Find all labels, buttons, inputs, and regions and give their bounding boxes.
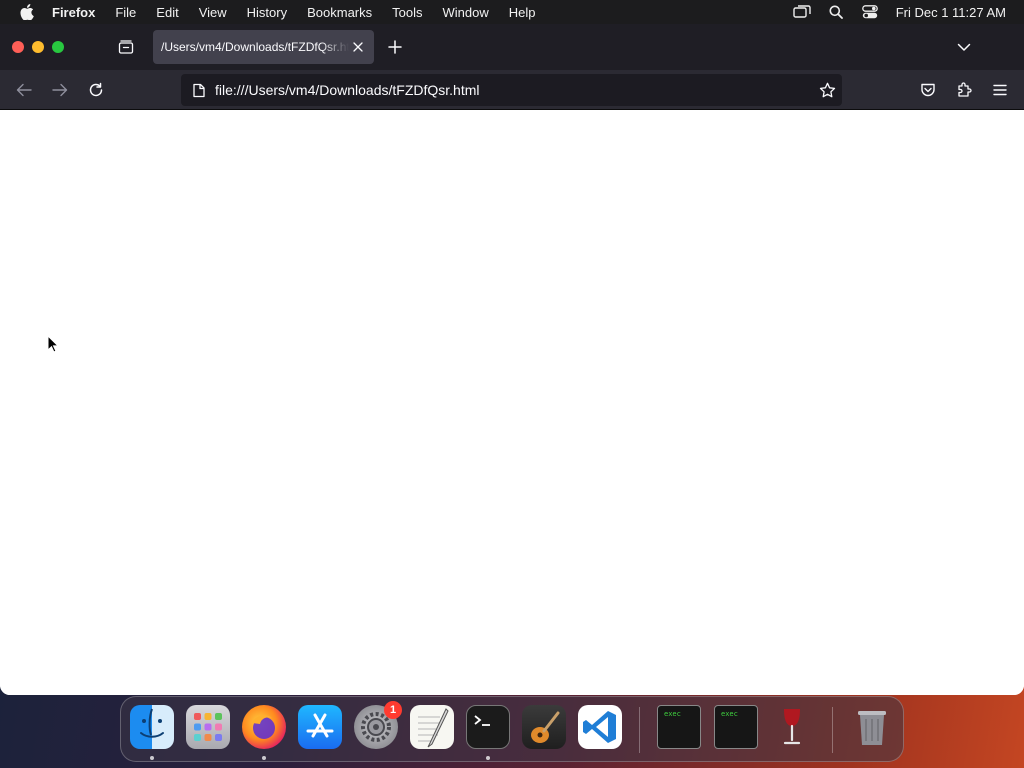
page-content[interactable] (0, 110, 1024, 695)
menu-bookmarks[interactable]: Bookmarks (307, 5, 372, 20)
menu-window[interactable]: Window (443, 5, 489, 20)
firefox-icon[interactable] (242, 705, 286, 749)
pocket-icon[interactable] (918, 80, 938, 100)
browser-tab-active[interactable]: /Users/vm4/Downloads/tFZDfQsr.html (153, 30, 374, 64)
menu-app-name[interactable]: Firefox (52, 5, 95, 20)
menu-view[interactable]: View (199, 5, 227, 20)
menu-bar: Firefox File Edit View History Bookmarks… (0, 0, 1024, 24)
tab-title: /Users/vm4/Downloads/tFZDfQsr.html (161, 40, 349, 54)
settings-notification-badge: 1 (384, 701, 402, 719)
firefox-window: /Users/vm4/Downloads/tFZDfQsr.html file:… (0, 24, 1024, 695)
mouse-cursor-icon (47, 335, 59, 353)
terminal-running-indicator (486, 756, 490, 760)
address-bar[interactable]: file:///Users/vm4/Downloads/tFZDfQsr.htm… (181, 74, 842, 106)
new-tab-plus-icon[interactable] (386, 38, 404, 56)
menubar-clock[interactable]: Fri Dec 1 11:27 AM (896, 5, 1006, 20)
screen-mirroring-icon[interactable] (792, 4, 812, 20)
app-store-icon[interactable] (298, 705, 342, 749)
garageband-icon[interactable] (522, 705, 566, 749)
back-arrow-icon[interactable] (14, 80, 34, 100)
dock-separator (832, 707, 833, 753)
vscode-icon[interactable] (578, 705, 622, 749)
window-close-button[interactable] (12, 41, 24, 53)
menu-tools[interactable]: Tools (392, 5, 422, 20)
extensions-puzzle-icon[interactable] (954, 80, 974, 100)
dock-separator (639, 707, 640, 753)
spotlight-search-icon[interactable] (826, 4, 846, 20)
apple-menu-icon[interactable] (18, 3, 36, 21)
wine-icon[interactable] (770, 705, 814, 749)
control-center-icon[interactable] (860, 4, 880, 20)
menu-history[interactable]: History (247, 5, 287, 20)
hamburger-menu-icon[interactable] (990, 80, 1010, 100)
launchpad-icon[interactable] (186, 705, 230, 749)
menu-edit[interactable]: Edit (156, 5, 178, 20)
list-all-tabs-chevron-icon[interactable] (956, 39, 972, 55)
terminal-icon[interactable] (466, 705, 510, 749)
exec-label: exec (664, 710, 681, 718)
settings-icon[interactable]: 1 (354, 701, 402, 749)
textedit-icon[interactable] (410, 705, 454, 749)
reload-icon[interactable] (86, 80, 106, 100)
dock: 1 exec exec (120, 696, 904, 762)
trash-icon[interactable] (850, 705, 894, 749)
exec-icon[interactable]: exec (714, 705, 758, 749)
tab-bar: /Users/vm4/Downloads/tFZDfQsr.html (0, 24, 1024, 70)
forward-arrow-icon[interactable] (50, 80, 70, 100)
firefox-running-indicator (262, 756, 266, 760)
bookmark-star-icon[interactable] (818, 81, 836, 99)
finder-running-indicator (150, 756, 154, 760)
menu-help[interactable]: Help (509, 5, 536, 20)
menubar-status-area: Fri Dec 1 11:27 AM (778, 0, 1006, 24)
exec-label: exec (721, 710, 738, 718)
exec-icon[interactable]: exec (657, 705, 701, 749)
navigation-toolbar: file:///Users/vm4/Downloads/tFZDfQsr.htm… (0, 70, 1024, 110)
firefox-view-icon[interactable] (116, 38, 136, 56)
window-minimize-button[interactable] (32, 41, 44, 53)
finder-icon[interactable] (130, 705, 174, 749)
page-document-icon (191, 82, 207, 98)
window-controls (12, 41, 64, 53)
url-text[interactable]: file:///Users/vm4/Downloads/tFZDfQsr.htm… (215, 82, 480, 98)
menu-file[interactable]: File (115, 5, 136, 20)
tab-close-icon[interactable] (350, 39, 366, 55)
window-zoom-button[interactable] (52, 41, 64, 53)
